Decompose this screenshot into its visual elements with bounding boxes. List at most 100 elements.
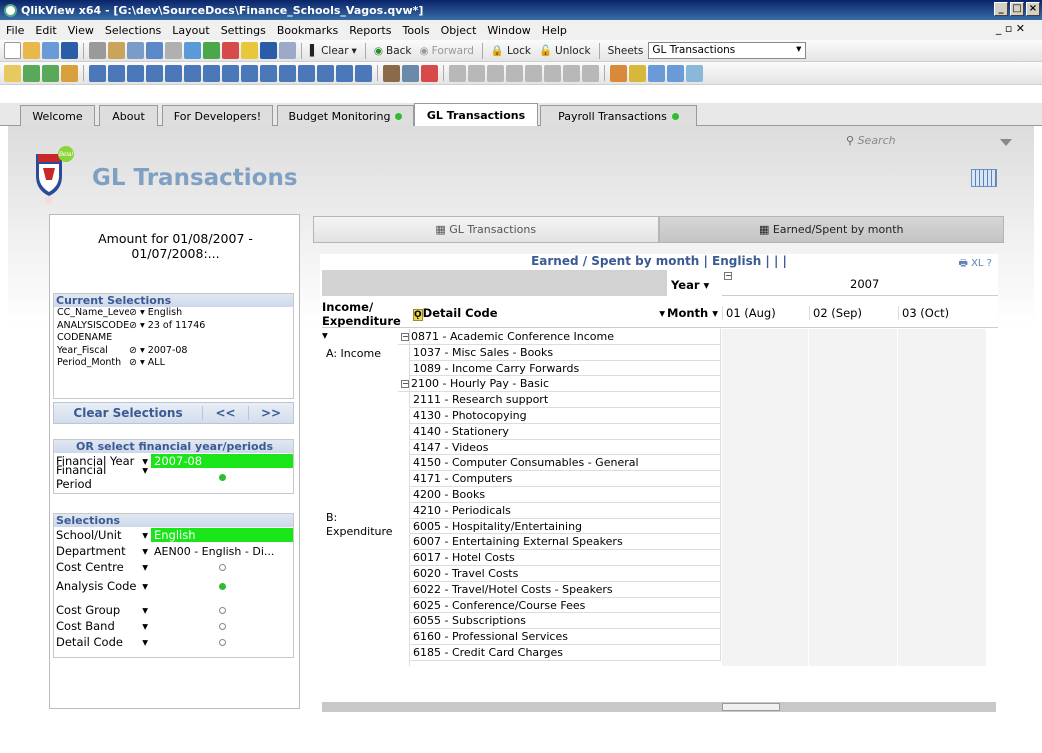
align-bottom-icon[interactable] — [544, 64, 561, 82]
lock-button[interactable]: 🔒 Lock — [488, 44, 534, 58]
statistics-box-icon[interactable] — [108, 64, 125, 82]
maximize-button[interactable]: □ — [1010, 2, 1024, 16]
help-icon[interactable] — [260, 42, 277, 59]
slider-icon[interactable] — [279, 64, 296, 82]
earned-spent-button[interactable]: ▦ Earned/Spent by month — [658, 216, 1004, 243]
tab-about[interactable]: About — [99, 105, 158, 126]
chart-wizard-design-icon[interactable] — [383, 64, 400, 82]
tab-payroll-transactions[interactable]: Payroll Transactions — [540, 105, 697, 126]
tab-welcome[interactable]: Welcome — [20, 105, 95, 126]
detail-code-header[interactable]: ǪDetail Code ▾ — [410, 306, 665, 322]
menu-bookmarks[interactable]: Bookmarks — [277, 24, 338, 37]
current-selection-row[interactable]: Year_Fiscal ⊘ ▾ 2007-08 — [54, 345, 293, 358]
menu-help[interactable]: Help — [542, 24, 567, 37]
back-selection-button[interactable]: << — [202, 406, 248, 420]
current-selections-box-icon[interactable] — [203, 64, 220, 82]
tab-gl-transactions[interactable]: GL Transactions — [414, 103, 538, 126]
sheet-left-icon[interactable] — [23, 64, 40, 82]
table-row[interactable]: 6017 - Hotel Costs — [410, 550, 721, 566]
horizontal-scrollbar[interactable] — [322, 702, 996, 712]
table-row[interactable]: 4147 - Videos — [410, 439, 721, 456]
clear-button[interactable]: ▌ Clear ▾ — [307, 45, 360, 57]
chart-icon[interactable] — [165, 64, 182, 82]
align-right-icon[interactable] — [487, 64, 504, 82]
table-row[interactable]: 1037 - Misc Sales - Books — [410, 344, 721, 361]
table-row[interactable]: 6005 - Hospitality/Entertaining — [410, 518, 721, 535]
close-button[interactable]: × — [1026, 2, 1040, 16]
report-icon[interactable] — [686, 64, 703, 82]
table-row[interactable]: 4130 - Photocopying — [410, 407, 721, 424]
search-object-icon[interactable] — [317, 64, 334, 82]
favorites-icon[interactable] — [241, 42, 258, 59]
unlock-button[interactable]: 🔓 Unlock — [536, 44, 594, 58]
reload-icon[interactable] — [42, 42, 59, 59]
table-row[interactable]: −0871 - Academic Conference Income — [398, 329, 721, 345]
table-row[interactable]: 4171 - Computers — [410, 471, 721, 487]
analysis-code-row[interactable]: Analysis Code ▾ — [54, 578, 293, 594]
back-button[interactable]: ◉ Back — [371, 45, 415, 57]
new-icon[interactable] — [4, 42, 21, 59]
context-help-icon[interactable] — [279, 42, 296, 59]
tab-for-developers[interactable]: For Developers! — [162, 105, 273, 126]
cost-group-row[interactable]: Cost Group ▾ — [54, 602, 293, 618]
minimize-button[interactable]: _ — [994, 2, 1008, 16]
table-row[interactable]: −2100 - Hourly Pay - Basic — [398, 376, 721, 393]
sheets-dropdown[interactable]: GL Transactions — [648, 42, 807, 59]
month-col-oct[interactable]: 03 (Oct) — [898, 306, 986, 320]
menu-object[interactable]: Object — [441, 24, 477, 37]
table-row[interactable]: 4140 - Stationery — [410, 423, 721, 440]
table-row[interactable]: 2111 - Research support — [410, 392, 721, 408]
container-icon[interactable] — [336, 64, 353, 82]
menu-file[interactable]: File — [6, 24, 24, 37]
menu-settings[interactable]: Settings — [221, 24, 266, 37]
table-viewer-icon[interactable] — [667, 64, 684, 82]
space-vertical-icon[interactable] — [582, 64, 599, 82]
sheet-properties-icon[interactable] — [61, 64, 78, 82]
text-object-icon[interactable] — [241, 64, 258, 82]
forward-selection-button[interactable]: >> — [248, 406, 293, 420]
detail-code-row[interactable]: Detail Code ▾ — [54, 634, 293, 650]
month-col-aug[interactable]: 01 (Aug) — [722, 306, 808, 320]
align-left-icon[interactable] — [449, 64, 466, 82]
sheet-right-icon[interactable] — [42, 64, 59, 82]
edit-module-icon[interactable] — [648, 64, 665, 82]
table-row[interactable]: 6055 - Subscriptions — [410, 613, 721, 630]
collapse-icon[interactable]: − — [724, 272, 732, 280]
search-dropdown-icon[interactable] — [1000, 139, 1012, 146]
redo-icon[interactable] — [165, 42, 182, 59]
open-icon[interactable] — [23, 42, 40, 59]
print-icon[interactable]: 🖶 — [958, 258, 971, 269]
group-expenditure[interactable]: B: Expenditure — [326, 511, 406, 539]
group-income[interactable]: A: Income — [326, 347, 381, 360]
school-unit-row[interactable]: School/Unit ▾ English — [54, 527, 293, 543]
list-box-icon[interactable] — [89, 64, 106, 82]
expression-icon[interactable] — [610, 64, 627, 82]
chart-wizard-icon[interactable] — [222, 42, 239, 59]
financial-year-value[interactable]: 2007-08 — [151, 454, 293, 468]
table-row[interactable]: 4200 - Books — [410, 486, 721, 503]
bookmark-object-icon[interactable] — [298, 64, 315, 82]
custom-object-icon[interactable] — [355, 64, 372, 82]
table-box-icon[interactable] — [146, 64, 163, 82]
format-painter-icon[interactable] — [402, 64, 419, 82]
save-icon[interactable] — [61, 42, 78, 59]
current-selection-row[interactable]: Period_Month ⊘ ▾ ALL — [54, 357, 293, 370]
print-icon[interactable] — [89, 42, 106, 59]
multi-box-icon[interactable] — [127, 64, 144, 82]
current-selection-row[interactable]: ANALYSISCODE ⊘ ▾ 23 of 11746 — [54, 320, 293, 333]
table-row[interactable]: 4150 - Computer Consumables - General — [410, 455, 721, 472]
financial-period-row[interactable]: Financial Period ▾ — [54, 463, 293, 491]
align-center-icon[interactable] — [468, 64, 485, 82]
table-row[interactable]: 6007 - Entertaining External Speakers — [410, 534, 721, 551]
input-box-icon[interactable] — [184, 64, 201, 82]
gl-transactions-button[interactable]: ▦ GL Transactions — [313, 216, 659, 243]
calendar-icon[interactable] — [971, 169, 997, 187]
table-row[interactable]: 6025 - Conference/Course Fees — [410, 597, 721, 614]
menu-view[interactable]: View — [68, 24, 94, 37]
year-header[interactable]: Year ▾ — [671, 278, 709, 292]
menu-selections[interactable]: Selections — [105, 24, 161, 37]
menu-reports[interactable]: Reports — [349, 24, 391, 37]
align-middle-icon[interactable] — [525, 64, 542, 82]
table-row[interactable]: 1089 - Income Carry Forwards — [410, 360, 721, 377]
month-col-sep[interactable]: 02 (Sep) — [809, 306, 897, 320]
